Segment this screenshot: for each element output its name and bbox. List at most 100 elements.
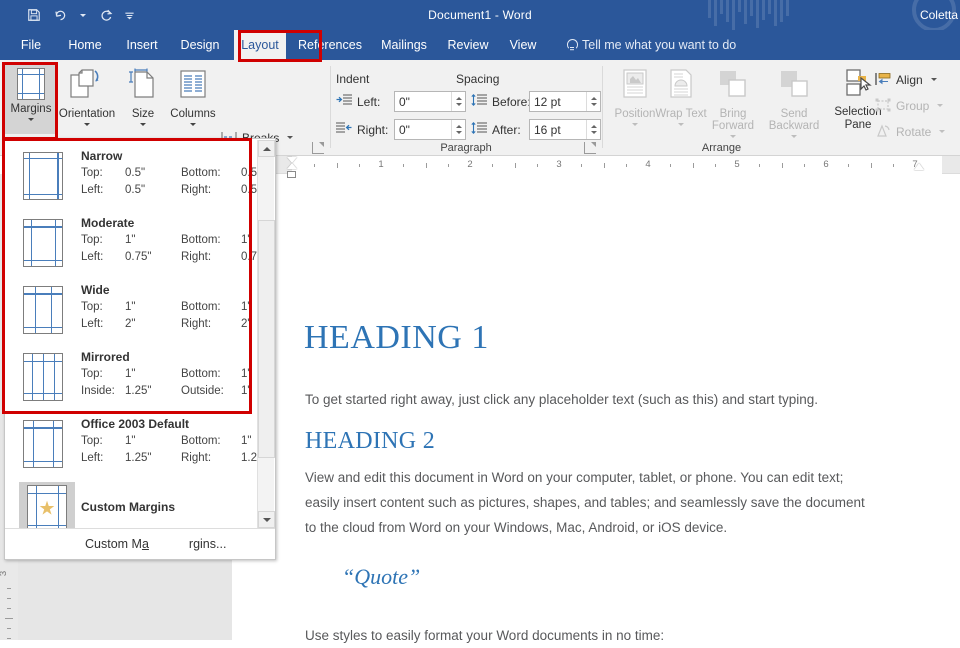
margins-preset-value: Inside: xyxy=(81,385,115,397)
spacing-after-field[interactable]: 16 pt xyxy=(529,119,601,140)
margins-menu-item[interactable]: Office 2003 DefaultTop:1"Bottom:1"Left:1… xyxy=(9,411,253,478)
scroll-down-button[interactable] xyxy=(258,511,275,528)
margins-preset-value: Outside: xyxy=(181,385,224,397)
ruler-tick xyxy=(337,163,338,168)
margins-preset-value: 2" xyxy=(125,318,135,330)
margins-menu-item[interactable]: ModerateTop:1"Bottom:1"Left:0.75"Right:0… xyxy=(9,210,253,277)
indent-right-value[interactable]: 0" xyxy=(395,123,451,137)
hanging-indent-marker[interactable] xyxy=(287,163,297,169)
page-setup-dialog-launcher[interactable] xyxy=(312,142,324,154)
wrap-text-button[interactable]: Wrap Text xyxy=(654,64,708,134)
right-indent-marker[interactable] xyxy=(914,163,924,170)
tab-mailings[interactable]: Mailings xyxy=(374,30,434,60)
tab-view[interactable]: View xyxy=(502,30,544,60)
tab-insert[interactable]: Insert xyxy=(118,30,166,60)
margins-dropdown-menu[interactable]: NarrowTop:0.5"Bottom:0.5"Left:0.5"Right:… xyxy=(4,138,276,560)
align-caret-icon[interactable] xyxy=(931,78,937,81)
document-paragraph-2-line-1[interactable]: View and edit this document in Word on y… xyxy=(305,465,843,490)
tab-file[interactable]: File xyxy=(10,30,52,60)
document-heading-1[interactable]: HEADING 1 xyxy=(304,319,489,357)
ruler-tick xyxy=(426,163,427,168)
margins-menu-item[interactable]: MirroredTop:1"Bottom:1"Inside:1.25"Outsi… xyxy=(9,344,253,411)
indent-left-stepper[interactable] xyxy=(451,92,465,111)
ruler-tick xyxy=(893,164,894,167)
spacing-before-stepper[interactable] xyxy=(586,92,600,111)
margins-preset-name: Narrow xyxy=(81,149,122,163)
document-paragraph-1[interactable]: To get started right away, just click an… xyxy=(305,387,818,412)
tell-me-search-box[interactable]: Tell me what you want to do xyxy=(566,30,736,60)
group-caret-icon[interactable] xyxy=(937,104,943,107)
bring-forward-caret-icon[interactable] xyxy=(730,135,736,138)
group-arrange: Position Wrap Text Bring Forward xyxy=(603,60,960,156)
scroll-up-button[interactable] xyxy=(258,140,275,157)
document-paragraph-2-line-3[interactable]: to the cloud from Word on your Windows, … xyxy=(305,515,727,540)
margins-menu-list[interactable]: NarrowTop:0.5"Bottom:0.5"Left:0.5"Right:… xyxy=(5,139,257,529)
indent-right-field[interactable]: 0" xyxy=(394,119,466,140)
horizontal-ruler[interactable]: 1234567 xyxy=(270,156,960,174)
indent-left-field[interactable]: 0" xyxy=(394,91,466,112)
indent-left-value[interactable]: 0" xyxy=(395,95,451,109)
document-paragraph-2-line-2[interactable]: easily insert content such as pictures, … xyxy=(305,490,865,515)
spacing-after-stepper[interactable] xyxy=(586,120,600,139)
indent-section-label: Indent xyxy=(336,72,369,86)
indent-right-stepper[interactable] xyxy=(451,120,465,139)
size-dropdown-caret-icon[interactable] xyxy=(140,123,146,126)
document-paragraph-3[interactable]: Use styles to easily format your Word do… xyxy=(305,623,664,648)
send-backward-caret-icon[interactable] xyxy=(791,135,797,138)
left-indent-marker[interactable] xyxy=(287,171,296,178)
rotate-button[interactable]: Rotate xyxy=(875,124,945,139)
tab-review[interactable]: Review xyxy=(442,30,494,60)
ruler-number: 4 xyxy=(645,159,650,170)
margins-preset-value: 1" xyxy=(125,301,135,313)
columns-button[interactable]: Columns xyxy=(166,64,220,134)
spacing-before-field[interactable]: 12 pt xyxy=(529,91,601,112)
ruler-tick xyxy=(693,163,694,168)
margins-preset-value: Left: xyxy=(81,184,103,196)
breaks-caret-icon[interactable] xyxy=(287,136,293,139)
spacing-after-icon xyxy=(471,122,487,137)
align-button[interactable]: Align xyxy=(875,72,937,87)
tab-layout[interactable]: Layout xyxy=(234,30,286,60)
margins-button[interactable]: Margins xyxy=(4,64,58,134)
send-backward-button[interactable]: Send Backward xyxy=(763,64,825,134)
margins-preset-name: Office 2003 Default xyxy=(81,417,189,431)
spacing-after-value[interactable]: 16 pt xyxy=(530,123,586,137)
spacing-before-value[interactable]: 12 pt xyxy=(530,95,586,109)
custom-margins-menu-item[interactable]: Custom Margins... xyxy=(5,528,275,559)
margins-menu-item[interactable]: NarrowTop:0.5"Bottom:0.5"Left:0.5"Right:… xyxy=(9,143,253,210)
tab-home[interactable]: Home xyxy=(60,30,110,60)
wrap-text-caret-icon[interactable] xyxy=(678,123,684,126)
margins-menu-scrollbar[interactable] xyxy=(257,140,274,528)
ruler-tick xyxy=(515,163,516,168)
columns-dropdown-caret-icon[interactable] xyxy=(190,123,196,126)
ruler-tick xyxy=(715,164,716,167)
margins-preset-name: Mirrored xyxy=(81,350,130,364)
margins-dropdown-caret-icon[interactable] xyxy=(28,118,34,121)
size-button[interactable]: Size xyxy=(116,64,170,134)
document-page[interactable]: HEADING 1 To get started right away, jus… xyxy=(232,174,960,640)
bring-forward-button[interactable]: Bring Forward xyxy=(702,64,764,134)
scrollbar-thumb[interactable] xyxy=(258,220,275,458)
document-quote[interactable]: “Quote” xyxy=(342,564,420,590)
group-button[interactable]: Group xyxy=(875,98,943,113)
vertical-ruler[interactable]: 3 xyxy=(0,560,18,640)
size-icon xyxy=(127,68,159,105)
margins-preset-value: 1" xyxy=(241,435,251,447)
ruler-tick xyxy=(782,163,783,168)
orientation-dropdown-caret-icon[interactable] xyxy=(84,123,90,126)
ruler-tick xyxy=(871,163,872,168)
position-caret-icon[interactable] xyxy=(632,123,638,126)
tab-design[interactable]: Design xyxy=(174,30,226,60)
account-name[interactable]: Coletta xyxy=(920,0,958,30)
margins-preset-value: Bottom: xyxy=(181,301,221,313)
custom-margins-gallery-item[interactable]: ★Custom Margins xyxy=(9,478,253,529)
margins-label: Margins xyxy=(11,103,52,115)
document-heading-2[interactable]: HEADING 2 xyxy=(305,428,435,455)
orientation-button[interactable]: Orientation xyxy=(60,64,114,134)
indent-right-icon xyxy=(336,122,352,137)
tab-references[interactable]: References xyxy=(294,30,366,60)
margins-preview-icon xyxy=(23,219,63,267)
margins-menu-item[interactable]: WideTop:1"Bottom:1"Left:2"Right:2" xyxy=(9,277,253,344)
margins-preset-value: Bottom: xyxy=(181,234,221,246)
rotate-caret-icon[interactable] xyxy=(939,130,945,133)
